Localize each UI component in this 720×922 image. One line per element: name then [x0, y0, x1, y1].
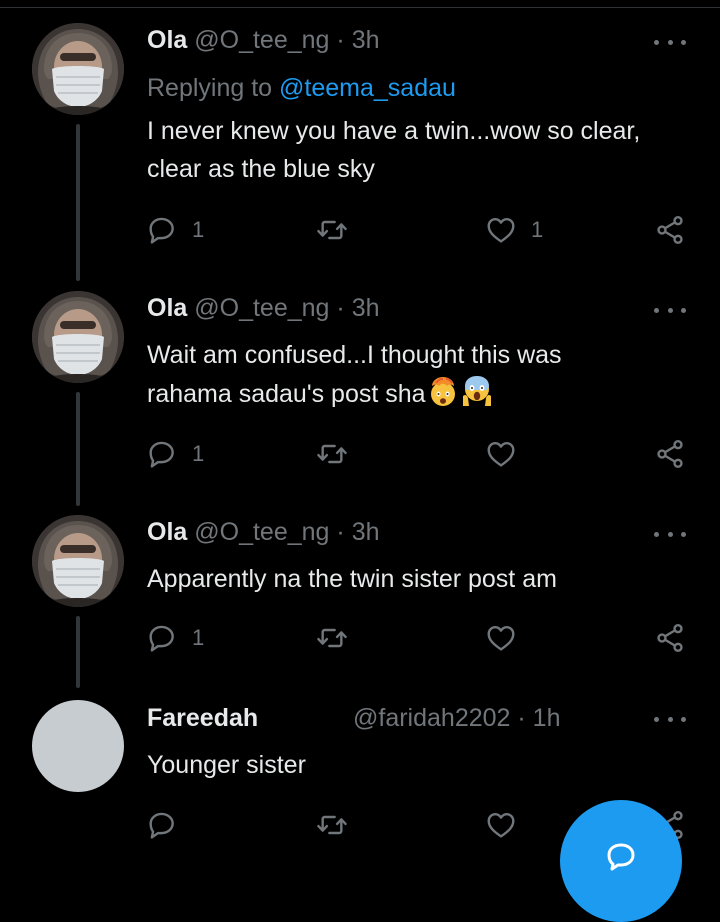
share-button[interactable]	[654, 621, 686, 655]
heart-icon	[485, 438, 517, 470]
share-button[interactable]	[654, 213, 686, 247]
retweet-button[interactable]	[316, 437, 348, 471]
reply-button[interactable]: 1	[146, 621, 204, 655]
tweet-text: Apparently na the twin sister post am	[147, 565, 557, 593]
retweet-button[interactable]	[316, 213, 348, 247]
reply-icon	[146, 809, 178, 841]
retweet-icon	[316, 214, 348, 246]
screaming-face-emoji	[460, 374, 494, 408]
tweet-header: Ola @O_tee_ng · 3h	[147, 515, 380, 549]
separator-dot: ·	[336, 294, 345, 322]
avatar[interactable]	[32, 291, 124, 383]
tweet-3[interactable]: Ola @O_tee_ng · 3h Apparently na the twi…	[0, 492, 720, 692]
timestamp[interactable]: 3h	[352, 294, 380, 322]
heart-icon	[485, 214, 517, 246]
reply-button[interactable]: 1	[146, 213, 204, 247]
tweet-text: I never knew you have a twin...wow so cl…	[147, 117, 641, 183]
author-name[interactable]: Fareedah	[147, 704, 258, 732]
more-icon[interactable]	[654, 528, 686, 540]
retweet-icon	[316, 809, 348, 841]
like-button[interactable]	[485, 621, 517, 655]
author-handle[interactable]: @O_tee_ng	[194, 518, 329, 546]
timestamp[interactable]: 1h	[533, 704, 561, 732]
like-button[interactable]	[485, 437, 517, 471]
avatar[interactable]	[32, 515, 124, 607]
compose-icon	[607, 843, 635, 871]
reply-count: 1	[192, 625, 205, 650]
more-icon[interactable]	[654, 36, 686, 48]
author-handle[interactable]: @O_tee_ng	[194, 26, 329, 54]
thread-line	[76, 392, 80, 506]
avatar-image	[32, 515, 124, 607]
share-icon	[654, 438, 686, 470]
separator-dot: ·	[517, 704, 526, 732]
retweet-button[interactable]	[316, 621, 348, 655]
separator-dot: ·	[336, 518, 345, 546]
avatar[interactable]	[32, 23, 124, 115]
more-icon[interactable]	[654, 304, 686, 316]
avatar-image	[32, 291, 124, 383]
exploding-head-emoji	[426, 374, 460, 408]
replying-to-mention[interactable]: @teema_sadau	[279, 74, 456, 102]
reply-button[interactable]: 1	[146, 437, 204, 471]
retweet-button[interactable]	[316, 808, 348, 842]
author-name[interactable]: Ola	[147, 26, 187, 54]
tweet-text-content: Wait am confused...I thought this was ra…	[147, 341, 562, 408]
author-name[interactable]: Ola	[147, 294, 187, 322]
avatar-image	[32, 23, 124, 115]
author-handle[interactable]: @faridah2202	[353, 704, 510, 732]
tweet-text: Wait am confused...I thought this was ra…	[147, 336, 647, 413]
tweet-text: Younger sister	[147, 751, 306, 779]
heart-icon	[485, 622, 517, 654]
reply-count: 1	[192, 441, 205, 466]
like-button[interactable]: 1	[485, 213, 543, 247]
avatar[interactable]	[32, 700, 124, 792]
heart-icon	[485, 809, 517, 841]
share-icon	[654, 622, 686, 654]
timestamp[interactable]: 3h	[352, 26, 380, 54]
author-name[interactable]: Ola	[147, 518, 187, 546]
separator-dot: ·	[336, 26, 345, 54]
tweet-header: Ola @O_tee_ng · 3h	[147, 291, 380, 325]
reply-icon	[146, 438, 178, 470]
tweet-header: Ola @O_tee_ng · 3h	[147, 23, 380, 57]
replying-to-label: Replying to	[147, 74, 273, 102]
reply-icon	[146, 622, 178, 654]
like-button[interactable]	[485, 808, 517, 842]
retweet-icon	[316, 622, 348, 654]
share-button[interactable]	[654, 437, 686, 471]
replying-to: Replying to @teema_sadau	[147, 71, 456, 105]
tweet-2[interactable]: Ola @O_tee_ng · 3h Wait am confused...I …	[0, 268, 720, 506]
like-count: 1	[531, 217, 544, 242]
reply-count: 1	[192, 217, 205, 242]
author-handle[interactable]: @O_tee_ng	[194, 294, 329, 322]
share-icon	[654, 214, 686, 246]
reply-icon	[146, 214, 178, 246]
timestamp[interactable]: 3h	[352, 518, 380, 546]
tweet-1[interactable]: Ola @O_tee_ng · 3h Replying to @teema_sa…	[0, 0, 720, 285]
tweet-header: Fareedah @faridah2202 · 1h	[147, 701, 587, 735]
retweet-icon	[316, 438, 348, 470]
more-icon[interactable]	[654, 713, 686, 725]
compose-button[interactable]	[560, 800, 682, 922]
thread-line	[76, 124, 80, 281]
reply-button[interactable]	[146, 808, 178, 842]
